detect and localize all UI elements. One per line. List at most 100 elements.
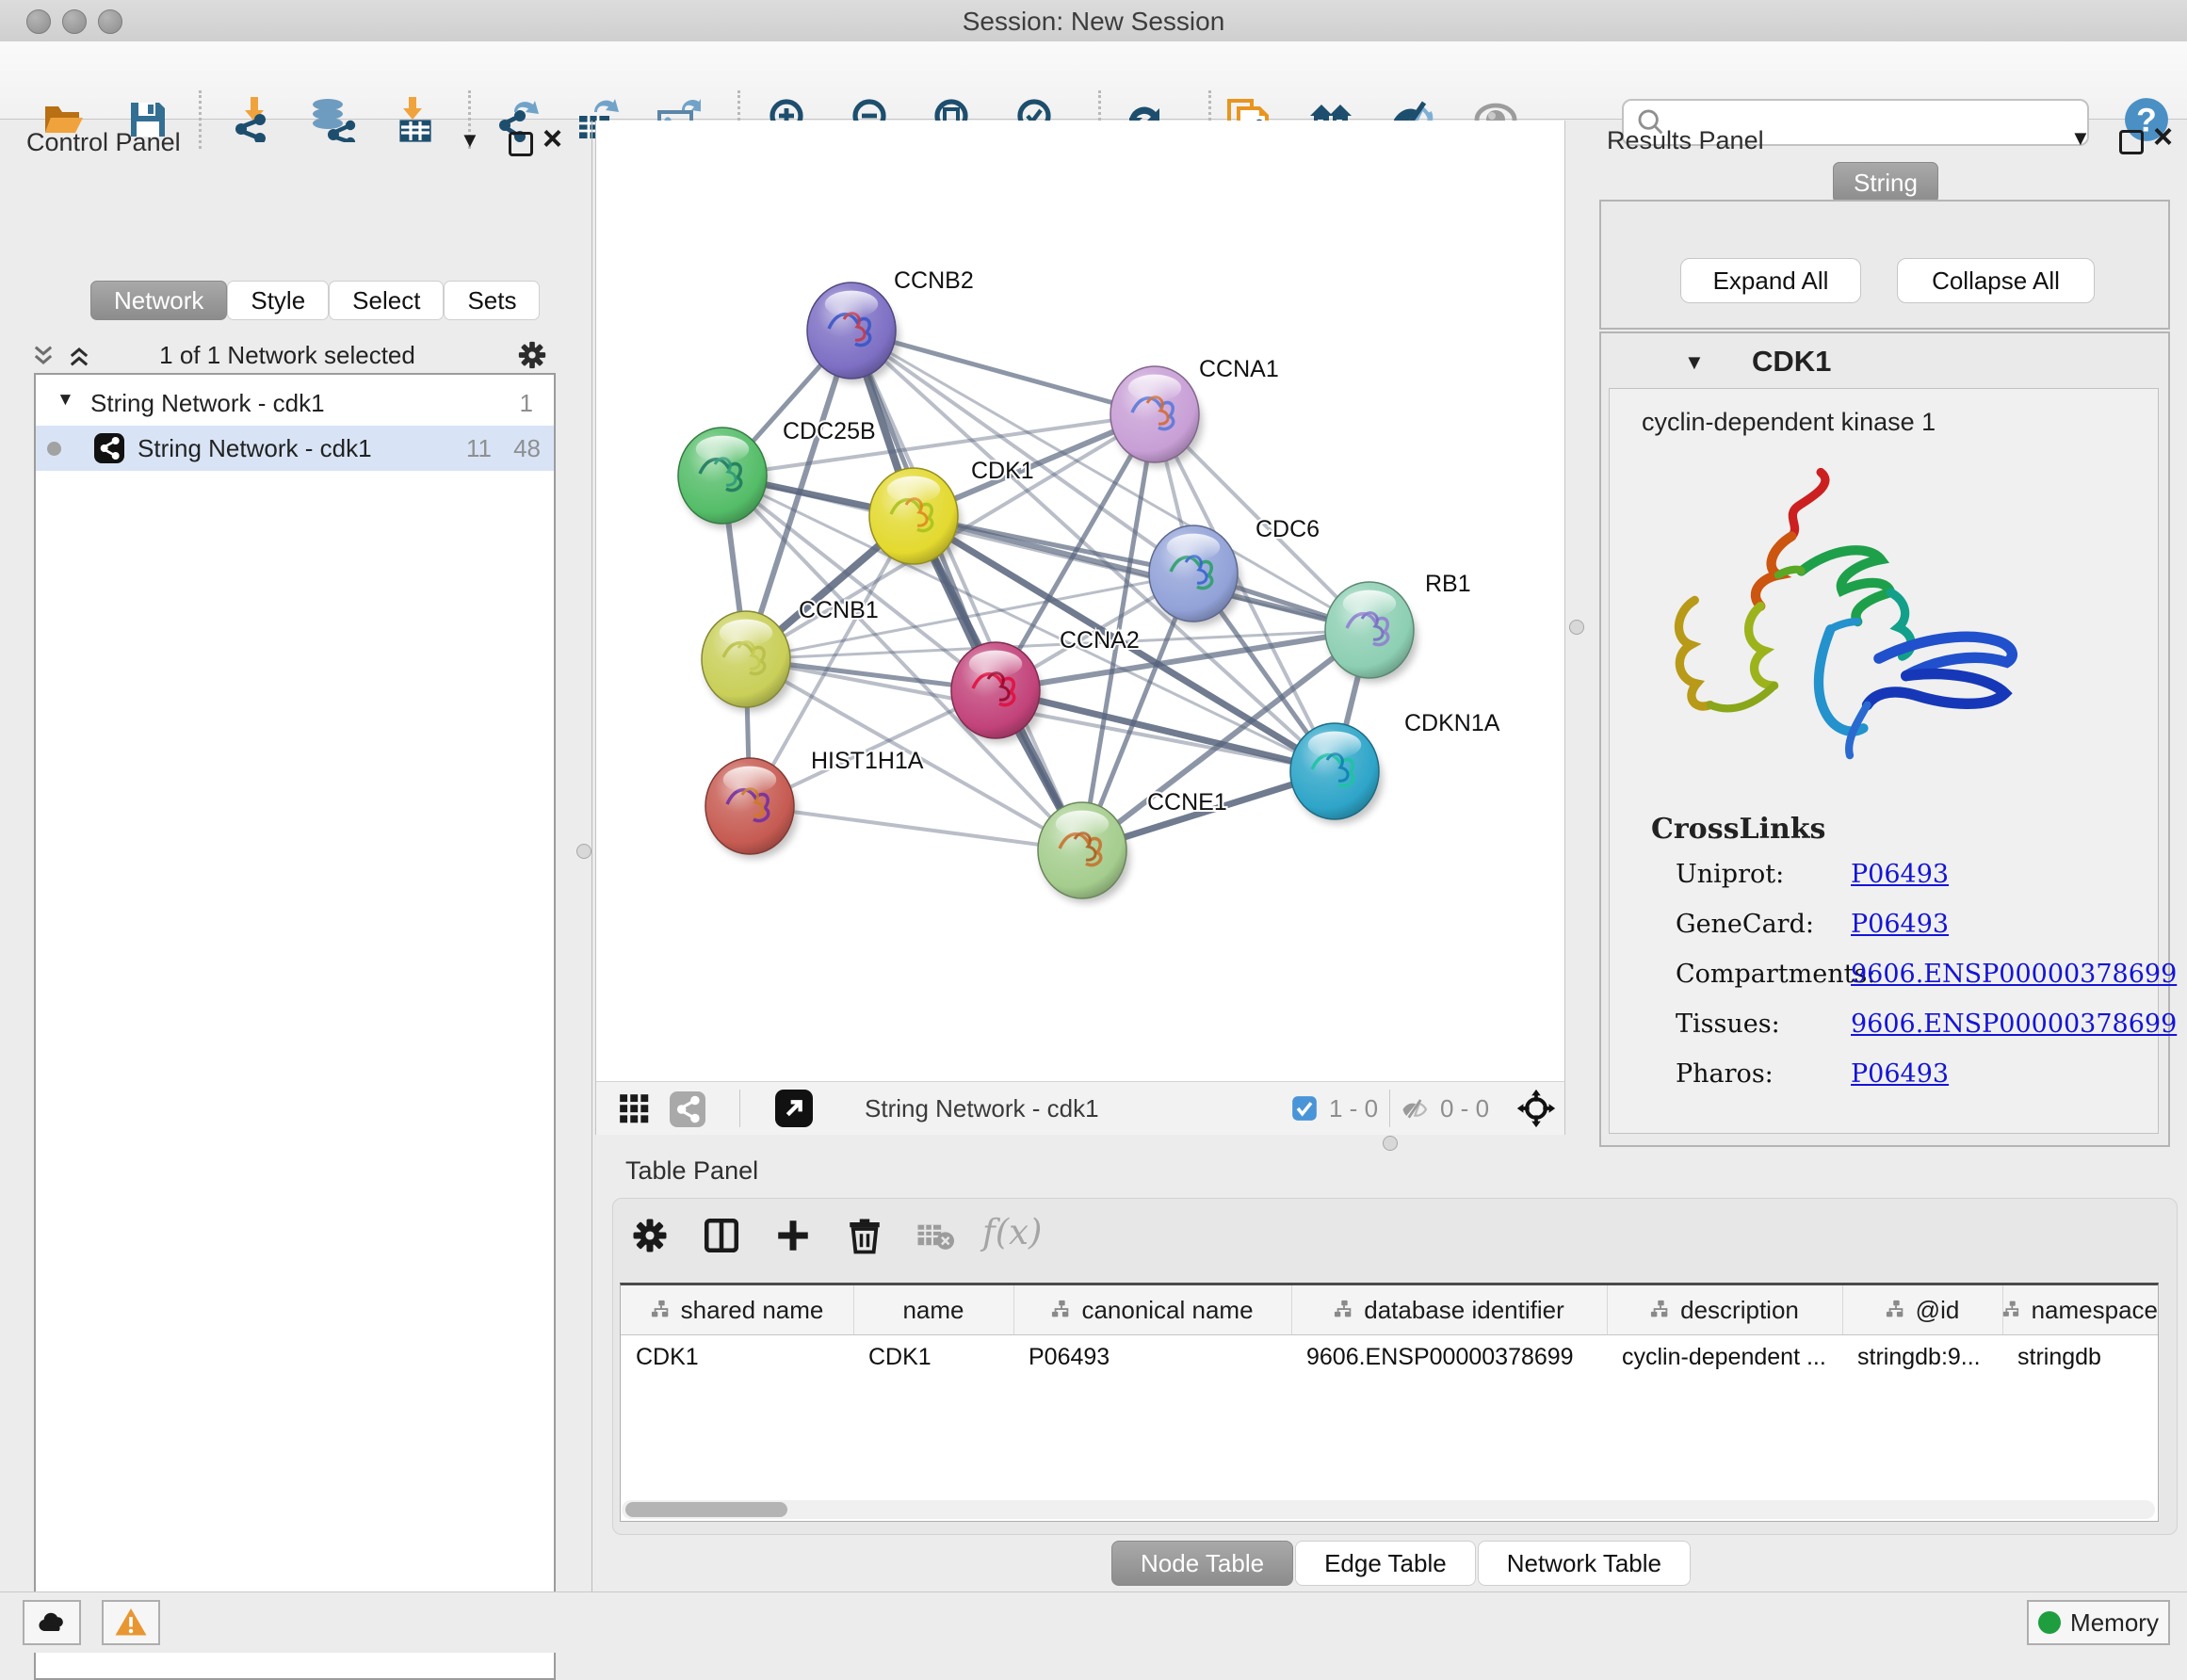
network-overview-icon[interactable] (670, 1091, 705, 1127)
network-node-CCNA1[interactable] (1110, 366, 1203, 467)
crosslink-link[interactable]: 9606.ENSP00000378699 (1851, 1010, 2177, 1039)
network-canvas[interactable]: CCNB2CCNA1CDC25BCDK1CDC6RB1CCNB1CCNA2CDK… (595, 121, 1565, 1135)
protein-description: cyclin-dependent kinase 1 (1642, 408, 1936, 437)
left-splitter-handle[interactable] (576, 844, 591, 859)
window-titlebar: Session: New Session (0, 0, 2187, 42)
selected-checkbox-icon[interactable] (1291, 1095, 1318, 1122)
open-view-icon[interactable] (775, 1090, 813, 1127)
close-panel-icon[interactable]: × (2153, 117, 2173, 156)
column-header-id[interactable]: @id (1842, 1285, 2003, 1334)
window-title: Session: New Session (0, 7, 2187, 37)
delete-table-icon (916, 1221, 954, 1252)
column-header-canonicalname[interactable]: canonical name (1013, 1285, 1292, 1334)
horizontal-scrollbar[interactable] (622, 1500, 2155, 1519)
table-cell[interactable]: CDK1 (853, 1334, 1013, 1380)
tab-string[interactable]: String (1833, 162, 1938, 203)
show-columns-icon[interactable] (702, 1216, 741, 1255)
network-node-CDC6[interactable] (1149, 525, 1241, 626)
network-node-HIST1H1A[interactable] (705, 758, 798, 859)
tab-edge-table[interactable]: Edge Table (1295, 1541, 1476, 1586)
section-collapse-icon[interactable]: ▼ (1684, 350, 1705, 375)
toolbar-divider (1389, 1090, 1390, 1127)
network-list: ▼ String Network - cdk1 1 String Network… (34, 373, 556, 1680)
network-node-CDKN1A[interactable] (1290, 723, 1383, 824)
birdseye-crosshair-icon[interactable] (1515, 1088, 1557, 1129)
table-tabs: Node TableEdge TableNetwork Table (1111, 1541, 1693, 1586)
results-actions-box: Expand All Collapse All (1599, 200, 2170, 330)
table-panel-title: Table Panel (625, 1156, 758, 1186)
table-cell[interactable]: CDK1 (621, 1334, 853, 1380)
hidden-eye-icon[interactable] (1401, 1095, 1429, 1123)
cloud-button[interactable] (23, 1600, 81, 1645)
collapse-panel-icon[interactable]: ▼ (2070, 126, 2091, 151)
scrollbar-thumb[interactable] (625, 1502, 787, 1517)
network-node-CCNE1[interactable] (1038, 802, 1130, 903)
tree-expand-icon[interactable]: ▼ (57, 390, 74, 411)
float-panel-icon[interactable] (509, 132, 533, 156)
grid-view-icon[interactable] (617, 1091, 653, 1127)
crosslink-label: GeneCard: (1676, 910, 1814, 939)
hidden-counts: 0 - 0 (1440, 1094, 1489, 1123)
network-type-icon (94, 433, 124, 463)
column-header-name[interactable]: name (853, 1285, 1014, 1334)
network-node-label: CCNE1 (1147, 789, 1227, 816)
table-cell[interactable]: P06493 (1013, 1334, 1291, 1380)
delete-column-icon[interactable] (845, 1216, 884, 1255)
gear-icon[interactable] (516, 339, 548, 371)
warning-icon (114, 1606, 148, 1640)
network-node-label: CCNB1 (799, 597, 879, 623)
table-cell[interactable]: 9606.ENSP00000378699 (1291, 1334, 1607, 1380)
column-header-description[interactable]: description (1607, 1285, 1843, 1334)
node-count: 11 (466, 434, 492, 463)
collapse-panel-icon[interactable]: ▼ (460, 128, 480, 153)
network-node-label: RB1 (1425, 571, 1471, 597)
table-cell[interactable]: cyclin-dependent ... (1607, 1334, 1842, 1380)
table-cell[interactable]: stringdb:9... (1842, 1334, 2002, 1380)
tab-network[interactable]: Network (90, 281, 227, 320)
table-settings-gear-icon[interactable] (630, 1216, 670, 1255)
crosslink-link[interactable]: P06493 (1851, 860, 1949, 889)
edge-count: 48 (513, 434, 541, 463)
column-header-sharedname[interactable]: shared name (621, 1285, 854, 1334)
close-panel-icon[interactable]: × (543, 119, 562, 158)
warnings-button[interactable] (102, 1600, 160, 1645)
tab-sets[interactable]: Sets (444, 281, 540, 320)
bottom-splitter-handle[interactable] (1383, 1136, 1398, 1151)
cloud-icon (35, 1606, 69, 1640)
crosslink-link[interactable]: 9606.ENSP00000378699 (1851, 960, 2177, 989)
network-node-label: CCNB2 (894, 267, 974, 294)
expand-all-icon[interactable] (66, 343, 92, 369)
float-panel-icon[interactable] (2119, 130, 2144, 154)
add-column-icon[interactable] (773, 1216, 813, 1255)
network-collection-row[interactable]: ▼ String Network - cdk1 1 (36, 382, 554, 426)
table-cell[interactable]: stringdb (2002, 1334, 2158, 1380)
column-header-databaseidentifier[interactable]: database identifier (1291, 1285, 1608, 1334)
network-edge-HIST1H1A-CCNE1[interactable] (750, 806, 1082, 850)
column-header-namespace[interactable]: namespace (2002, 1285, 2159, 1334)
network-row-selected[interactable]: String Network - cdk1 11 48 (36, 426, 554, 471)
network-node-CDC25B[interactable] (678, 428, 770, 528)
expand-all-button[interactable]: Expand All (1680, 258, 1861, 303)
right-splitter-handle[interactable] (1569, 620, 1584, 635)
protein-structure-image (1647, 455, 2052, 784)
memory-label: Memory (2070, 1608, 2159, 1638)
crosslink-link[interactable]: P06493 (1851, 1059, 1949, 1089)
network-node-RB1[interactable] (1325, 582, 1418, 683)
crosslink-label: Uniprot: (1676, 860, 1784, 889)
function-builder-icon: f(x) (982, 1212, 1042, 1252)
collapse-all-icon[interactable] (30, 343, 57, 369)
tab-network-table[interactable]: Network Table (1478, 1541, 1691, 1586)
control-panel-tabs: NetworkStyleSelectSets (90, 281, 540, 320)
memory-button[interactable]: Memory (2027, 1600, 2170, 1645)
toolbar-divider (739, 1090, 740, 1127)
tab-node-table[interactable]: Node Table (1111, 1541, 1293, 1586)
results-panel-title: Results Panel (1607, 126, 1764, 155)
tab-select[interactable]: Select (329, 281, 444, 320)
crosslink-link[interactable]: P06493 (1851, 910, 1949, 939)
network-node-label: CCNA2 (1060, 627, 1140, 654)
collapse-all-button[interactable]: Collapse All (1897, 258, 2095, 303)
tab-style[interactable]: Style (227, 281, 329, 320)
control-panel-title: Control Panel (26, 128, 181, 157)
table-header: shared namenamecanonical namedatabase id… (621, 1285, 2158, 1335)
results-panel: Results Panel ▼ × String Expand All Coll… (1596, 121, 2187, 1147)
